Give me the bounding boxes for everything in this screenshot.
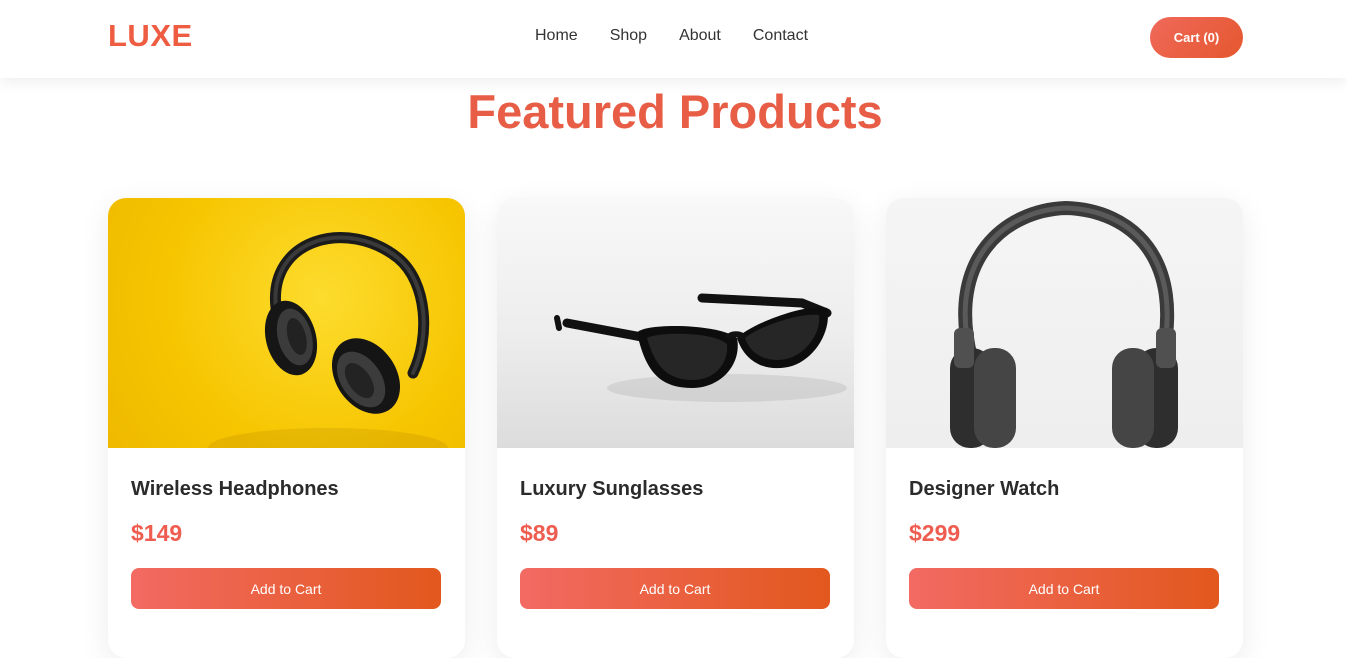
headphones-icon [950, 200, 1178, 448]
featured-products-title: Featured Products [467, 85, 883, 138]
product-price: $299 [909, 520, 961, 546]
add-to-cart-button[interactable]: Add to Cart [131, 568, 441, 609]
nav-about-link[interactable]: About [679, 27, 721, 45]
brand-logo[interactable]: LUXE [108, 18, 193, 54]
product-price: $89 [520, 520, 559, 546]
product-image-watch[interactable] [886, 198, 1243, 448]
site-header: LUXE Home Shop About Contact Cart (0) [0, 0, 1347, 78]
cart-button[interactable]: Cart (0) [1150, 17, 1243, 58]
product-card: Wireless Headphones $149 Add to Cart [108, 198, 465, 658]
add-to-cart-button[interactable]: Add to Cart [909, 568, 1219, 609]
main-nav: Home Shop About Contact [535, 27, 808, 45]
nav-contact-link[interactable]: Contact [753, 27, 808, 45]
nav-home-link[interactable]: Home [535, 27, 578, 45]
product-name[interactable]: Wireless Headphones [131, 478, 442, 501]
product-name[interactable]: Luxury Sunglasses [520, 478, 831, 501]
product-image-headphones[interactable] [108, 198, 465, 448]
product-card: Luxury Sunglasses $89 Add to Cart [497, 198, 854, 658]
nav-shop-link[interactable]: Shop [610, 27, 647, 45]
add-to-cart-button[interactable]: Add to Cart [520, 568, 830, 609]
product-image-sunglasses[interactable] [497, 198, 854, 448]
product-card: Designer Watch $299 Add to Cart [886, 198, 1243, 658]
headphones-icon [208, 232, 448, 448]
product-price: $149 [131, 520, 183, 546]
sunglasses-icon [554, 293, 847, 402]
product-name[interactable]: Designer Watch [909, 478, 1220, 501]
